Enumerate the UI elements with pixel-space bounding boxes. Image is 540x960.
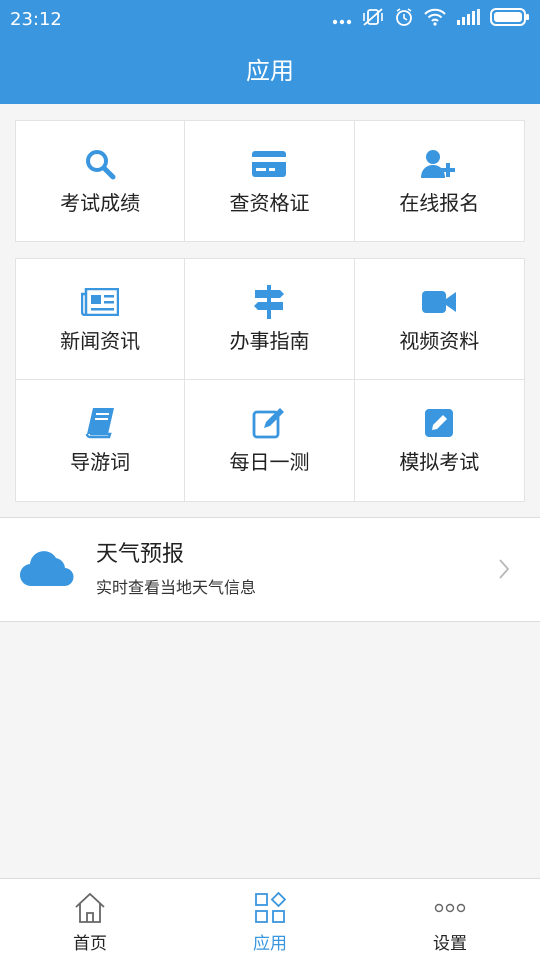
apps-icon: [253, 891, 287, 925]
grid-item-exam-scores[interactable]: 考试成绩: [16, 121, 186, 241]
newspaper-icon: [81, 285, 120, 319]
edit-icon: [250, 406, 288, 440]
cloud-icon: [19, 544, 76, 592]
grid-item-label: 在线报名: [399, 190, 480, 215]
nav-label: 首页: [73, 934, 107, 954]
nav-label: 应用: [253, 934, 287, 954]
grid-item-daily-quiz[interactable]: 每日一测: [185, 380, 355, 501]
grid-item-label: 导游词: [70, 450, 131, 474]
book-icon: [81, 406, 119, 440]
nav-settings[interactable]: 设置: [360, 879, 540, 960]
more-dots-icon: [433, 891, 467, 925]
grid-item-label: 新闻资讯: [60, 328, 141, 353]
grid-item-label: 查资格证: [229, 190, 310, 215]
services-grid-bottom: 新闻资讯 办事指南 视频资料 导游词 每日一测 模拟考试: [15, 258, 525, 502]
status-time: 23:12: [10, 9, 62, 30]
chevron-right-icon: [498, 558, 510, 584]
grid-item-label: 每日一测: [229, 450, 310, 474]
bottom-nav: 首页 应用 设置: [0, 878, 540, 960]
page-title: 应用: [246, 57, 294, 85]
weather-title: 天气预报: [96, 542, 185, 567]
weather-subtitle: 实时查看当地天气信息: [96, 578, 257, 597]
search-icon: [81, 147, 119, 181]
nav-label: 设置: [433, 934, 467, 954]
more-notifications-icon: [332, 10, 352, 29]
home-icon: [73, 891, 107, 925]
video-camera-icon: [420, 285, 458, 319]
services-grid-top: 考试成绩 查资格证 在线报名: [15, 120, 525, 242]
grid-item-label: 模拟考试: [399, 450, 480, 474]
nav-apps[interactable]: 应用: [180, 879, 360, 960]
grid-item-label: 办事指南: [229, 328, 310, 353]
signpost-icon: [250, 284, 288, 319]
grid-item-label: 考试成绩: [60, 190, 141, 215]
grid-item-news[interactable]: 新闻资讯: [16, 259, 186, 380]
weather-forecast-item[interactable]: 天气预报 实时查看当地天气信息: [0, 517, 540, 622]
grid-item-certificate[interactable]: 查资格证: [185, 121, 355, 241]
wifi-icon: [424, 8, 446, 30]
status-icons: [332, 8, 530, 30]
pencil-square-icon: [420, 406, 458, 440]
alarm-icon: [394, 7, 414, 31]
grid-item-online-registration[interactable]: 在线报名: [355, 121, 524, 241]
add-user-icon: [420, 147, 458, 181]
grid-item-guide[interactable]: 办事指南: [185, 259, 355, 380]
grid-item-label: 视频资料: [399, 328, 480, 353]
app-header: 应用: [0, 38, 540, 104]
signal-icon: [456, 9, 480, 29]
card-icon: [250, 147, 288, 181]
status-bar: 23:12: [0, 0, 540, 38]
grid-item-videos[interactable]: 视频资料: [354, 259, 524, 380]
vibrate-off-icon: [362, 7, 384, 31]
nav-home[interactable]: 首页: [0, 879, 180, 960]
grid-item-mock-exam[interactable]: 模拟考试: [355, 380, 524, 501]
grid-item-tour-guide-text[interactable]: 导游词: [16, 380, 186, 501]
battery-icon: [490, 8, 530, 30]
